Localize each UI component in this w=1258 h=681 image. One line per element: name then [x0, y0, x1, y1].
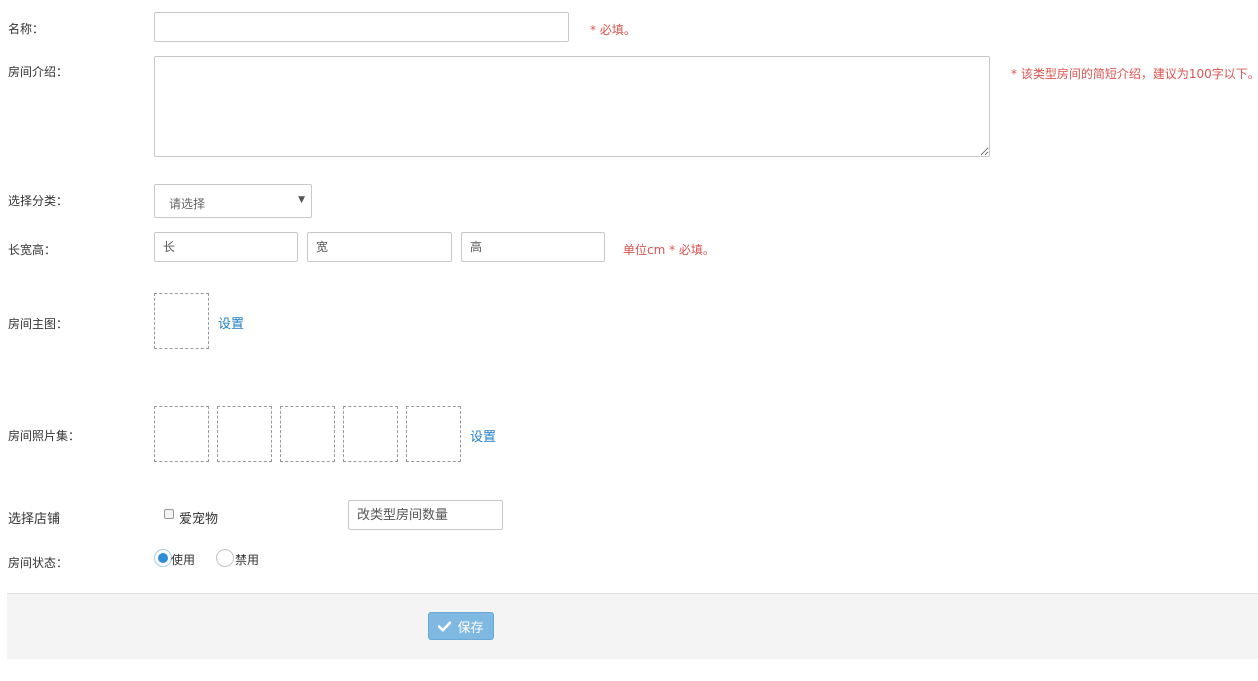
category-selected-value: 请选择	[169, 197, 206, 211]
width-input[interactable]	[307, 232, 452, 262]
category-select[interactable]: 请选择 ▼	[154, 184, 312, 218]
save-button[interactable]: 保存	[428, 612, 494, 640]
main-image-slot[interactable]	[154, 293, 209, 349]
name-input[interactable]	[154, 12, 569, 42]
category-label: 选择分类：	[8, 194, 69, 208]
intro-label: 房间介绍：	[8, 65, 69, 79]
photo-slot-2[interactable]	[217, 406, 272, 462]
store-checkbox-label[interactable]: 爱宠物	[179, 508, 218, 527]
photo-set-label: 房间照片集：	[8, 429, 81, 443]
main-image-label: 房间主图：	[8, 317, 69, 331]
caret-down-icon: ▼	[298, 195, 305, 205]
name-required-hint: * 必填。	[590, 23, 636, 37]
status-radio-disabled[interactable]	[216, 549, 234, 567]
photo-slot-4[interactable]	[343, 406, 398, 462]
form-footer	[7, 593, 1258, 659]
photo-slot-3[interactable]	[280, 406, 335, 462]
store-label: 选择店铺	[8, 512, 61, 527]
store-checkbox[interactable]	[164, 509, 174, 519]
status-radio-enabled[interactable]	[154, 549, 172, 567]
photo-slot-5[interactable]	[406, 406, 461, 462]
status-option-disabled[interactable]: 禁用	[235, 551, 259, 568]
height-input[interactable]	[461, 232, 605, 262]
save-button-label: 保存	[457, 620, 484, 636]
status-label: 房间状态：	[8, 556, 69, 570]
dimensions-hint: 单位cm * 必填。	[623, 243, 715, 257]
check-icon	[438, 621, 452, 632]
photo-slot-1[interactable]	[154, 406, 209, 462]
length-input[interactable]	[154, 232, 298, 262]
name-label: 名称：	[8, 22, 45, 36]
main-image-set-link[interactable]: 设置	[218, 313, 244, 332]
intro-hint: * 该类型房间的简短介绍，建议为100字以下。	[1011, 67, 1258, 81]
intro-textarea[interactable]	[154, 56, 990, 157]
status-option-enabled[interactable]: 使用	[171, 551, 195, 568]
room-count-input[interactable]	[348, 500, 503, 530]
photo-set-set-link[interactable]: 设置	[470, 426, 496, 445]
dimensions-label: 长宽高：	[8, 243, 57, 257]
